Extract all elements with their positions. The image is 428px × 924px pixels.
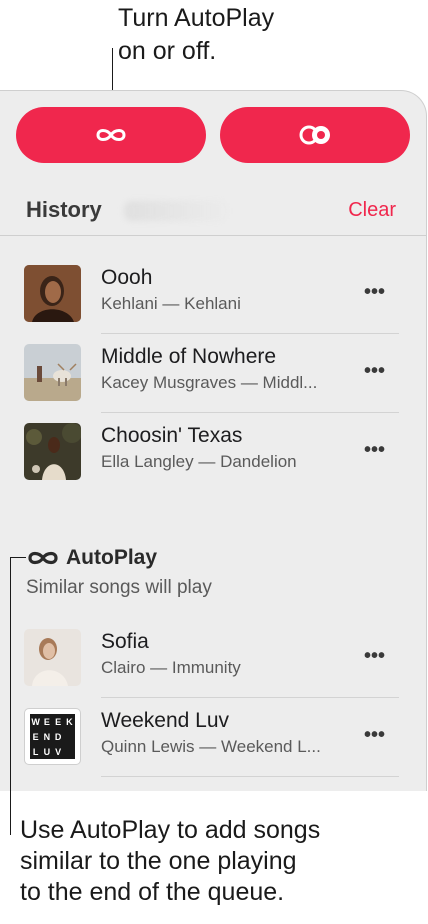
track-subtitle: Quinn Lewis — Weekend L... bbox=[101, 737, 321, 756]
callout-line: Use AutoPlay to add songs bbox=[20, 816, 321, 844]
history-item[interactable]: Oooh Kehlani — Kehlani ••• bbox=[24, 255, 399, 334]
art-letter: E bbox=[32, 731, 39, 742]
more-options-button[interactable]: ••• bbox=[364, 439, 385, 462]
repeat-toggle-button[interactable] bbox=[220, 107, 410, 163]
more-options-button[interactable]: ••• bbox=[364, 281, 385, 304]
autoplay-item[interactable]: W E E K E N D L U V Weekend Luv Quinn Le… bbox=[24, 698, 399, 777]
infinity-icon bbox=[28, 551, 58, 565]
callout-leader-bottom-horizontal bbox=[10, 557, 26, 558]
art-letter: E bbox=[43, 716, 50, 727]
art-letter: K bbox=[66, 716, 73, 727]
album-artwork bbox=[24, 265, 81, 322]
art-letter: W bbox=[31, 716, 40, 727]
autoplay-toggle-button[interactable] bbox=[16, 107, 206, 163]
track-subtitle: Clairo — Immunity bbox=[101, 658, 241, 677]
track-subtitle: Ella Langley — Dandelion bbox=[101, 452, 297, 471]
autoplay-item[interactable]: Sofia Clairo — Immunity ••• bbox=[24, 619, 399, 698]
art-letter: U bbox=[43, 746, 51, 757]
album-artwork bbox=[24, 629, 81, 686]
blurred-header-text bbox=[124, 201, 228, 221]
track-title: Sofia bbox=[101, 630, 149, 653]
history-item[interactable]: Choosin' Texas Ella Langley — Dandelion … bbox=[24, 413, 399, 487]
history-item[interactable]: Middle of Nowhere Kacey Musgraves — Midd… bbox=[24, 334, 399, 413]
more-options-button[interactable]: ••• bbox=[364, 360, 385, 383]
circles-toggle-icon bbox=[299, 125, 330, 145]
album-artwork: W E E K E N D L U V bbox=[24, 708, 81, 765]
art-letter: E bbox=[55, 716, 62, 727]
album-artwork bbox=[24, 344, 81, 401]
art-letter: D bbox=[54, 731, 62, 742]
autoplay-callout: Use AutoPlay to add songs similar to the… bbox=[20, 815, 420, 908]
callout-leader-bottom-vertical bbox=[10, 557, 11, 835]
header-divider bbox=[0, 235, 426, 236]
history-title: History bbox=[26, 197, 102, 222]
track-subtitle: Kehlani — Kehlani bbox=[101, 294, 241, 313]
art-letter: N bbox=[43, 731, 51, 742]
autoplay-toggle-callout: Turn AutoPlay on or off. bbox=[118, 2, 378, 68]
art-letter: V bbox=[55, 746, 62, 757]
callout-line: to the end of the queue. bbox=[20, 878, 285, 906]
callout-line: Turn AutoPlay bbox=[118, 4, 275, 32]
clear-history-button[interactable]: Clear bbox=[348, 199, 396, 222]
track-title: Oooh bbox=[101, 266, 153, 289]
track-title: Weekend Luv bbox=[101, 709, 230, 732]
infinity-icon bbox=[96, 129, 126, 141]
album-artwork bbox=[24, 423, 81, 480]
row-divider bbox=[101, 776, 399, 777]
autoplay-subtitle: Similar songs will play bbox=[26, 577, 212, 598]
callout-line: similar to the one playing bbox=[20, 847, 297, 875]
more-options-button[interactable]: ••• bbox=[364, 645, 385, 668]
art-letter: L bbox=[32, 746, 39, 757]
more-options-button[interactable]: ••• bbox=[364, 724, 385, 747]
track-title: Choosin' Texas bbox=[101, 424, 243, 447]
autoplay-header: AutoPlay bbox=[26, 546, 157, 570]
track-title: Middle of Nowhere bbox=[101, 345, 277, 368]
queue-panel: History Clear Oooh Kehlani — Kehlani ••• bbox=[0, 90, 427, 791]
callout-line: on or off. bbox=[118, 37, 217, 65]
autoplay-title: AutoPlay bbox=[66, 546, 158, 569]
track-subtitle: Kacey Musgraves — Middl... bbox=[101, 373, 318, 392]
